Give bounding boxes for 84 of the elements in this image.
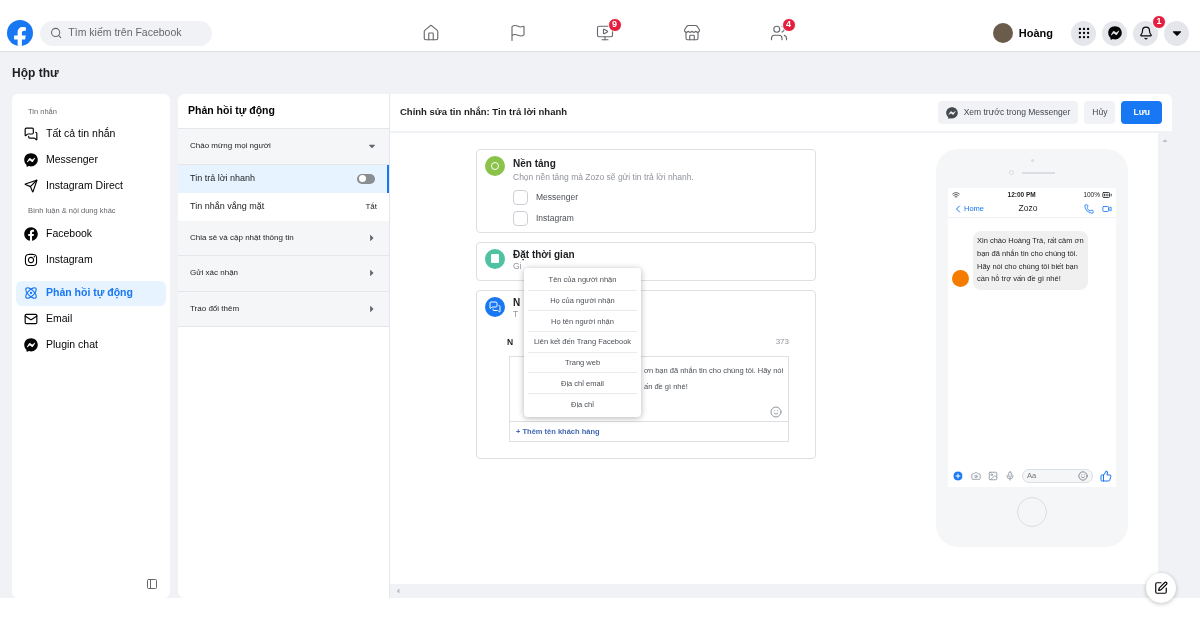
store-icon <box>682 24 701 42</box>
notification-badge: 4 <box>781 18 796 32</box>
flag-icon <box>508 24 527 42</box>
character-count: 373 <box>775 336 789 349</box>
send-icon <box>24 179 38 194</box>
group-header[interactable]: Gửi xác nhận <box>178 256 389 292</box>
messenger-icon <box>945 106 958 119</box>
video-call-icon[interactable] <box>1102 203 1112 214</box>
sidebar-item[interactable]: Instagram <box>16 247 166 272</box>
header-action-button[interactable] <box>1133 20 1158 46</box>
notification-badge: 1 <box>1152 14 1166 29</box>
plus-icon[interactable] <box>952 470 964 482</box>
signal-icon <box>952 191 960 199</box>
sidebar-item[interactable]: Email <box>16 306 166 332</box>
image-icon[interactable] <box>988 471 998 481</box>
toggle-switch[interactable] <box>357 173 375 184</box>
sidebar-item[interactable]: Plugin chat <box>16 332 166 358</box>
editor-title: Chỉnh sửa tin nhắn: Tin trả lời nhanh <box>400 105 568 120</box>
instagram-icon <box>24 252 38 267</box>
messenger-icon <box>24 338 38 352</box>
group-icon <box>769 24 788 42</box>
compose-icon <box>1154 581 1168 595</box>
emoji-icon[interactable] <box>770 405 782 418</box>
contact-name: Zozo <box>1018 202 1038 215</box>
emoji-icon[interactable] <box>1078 471 1088 481</box>
collapse-icon[interactable] <box>146 578 158 590</box>
group-header[interactable]: Chia sẻ và cập nhật thông tin <box>178 220 389 256</box>
mic-icon[interactable] <box>1005 471 1015 481</box>
item-label: Tin nhắn vắng mặt <box>190 199 265 213</box>
header-action-button[interactable] <box>1071 20 1096 46</box>
avatar <box>992 23 1013 43</box>
checkbox-label: Messenger <box>536 190 579 204</box>
sidebar-item[interactable]: Phản hồi tự động <box>16 280 166 306</box>
video-icon <box>595 24 614 42</box>
checkbox[interactable] <box>513 189 528 205</box>
nav-tab[interactable]: 9 <box>561 18 648 48</box>
settings-item[interactable]: Tin trả lời nhanh <box>178 164 389 193</box>
menu-icon <box>1076 26 1091 40</box>
card-title: N <box>513 296 521 310</box>
nav-tab[interactable]: 4 <box>735 18 822 48</box>
notification-badge: 9 <box>607 18 622 32</box>
atom-icon <box>24 286 38 300</box>
home-icon <box>421 24 440 42</box>
search-input[interactable]: Tìm kiếm trên Facebook <box>68 25 202 41</box>
sidebar-item[interactable]: Messenger <box>16 147 166 173</box>
card-subtitle: Chọn nền tảng mà Zozo sẽ gửi tin trả lời nhanh. <box>513 171 694 184</box>
camera-icon[interactable] <box>971 471 981 481</box>
checkbox[interactable] <box>513 210 528 226</box>
card-subtitle: Gi <box>513 261 523 272</box>
facebook-logo[interactable] <box>7 20 33 46</box>
group-header[interactable]: Trao đổi thêm <box>178 291 389 327</box>
item-label: Tin trả lời nhanh <box>190 171 256 185</box>
battery-icon <box>1102 190 1112 200</box>
field-label: N <box>507 335 514 349</box>
bell-icon <box>1138 26 1153 40</box>
search-icon <box>50 26 63 40</box>
status-text: Tắt <box>365 200 377 213</box>
call-icon[interactable] <box>1084 203 1094 214</box>
checkbox-label: Instagram <box>536 211 574 225</box>
card-title: Đặt thời gian <box>513 248 575 262</box>
search-field[interactable]: Tìm kiếm trên Facebook <box>40 20 212 46</box>
header-action-button[interactable] <box>1102 20 1127 46</box>
mail-icon <box>24 312 38 326</box>
page-title: Hộp thư <box>11 65 60 82</box>
facebook-icon <box>24 226 38 241</box>
messenger-icon <box>1107 26 1122 40</box>
sidebar-item[interactable]: Instagram Direct <box>16 173 166 199</box>
cancel-button[interactable]: Hủy <box>1084 101 1116 124</box>
messenger-icon <box>24 153 38 168</box>
header-action-button[interactable] <box>1164 20 1189 46</box>
save-button[interactable]: Lưu <box>1121 101 1162 124</box>
page-avatar <box>952 270 969 288</box>
profile-link[interactable]: Hoàng <box>992 23 1053 43</box>
message-icon <box>485 296 505 317</box>
platform-icon <box>485 156 505 176</box>
sidebar-item[interactable]: Tất cả tin nhắn <box>16 121 166 147</box>
calendar-icon <box>485 248 505 269</box>
card-subtitle: T <box>513 309 520 320</box>
like-icon[interactable] <box>1100 470 1112 482</box>
card-title: Nền tảng <box>513 157 557 171</box>
sidebar-item[interactable]: Facebook <box>16 221 166 246</box>
group-header[interactable]: Chào mừng mọi người <box>178 129 389 165</box>
preview-button[interactable]: Xem trước trong Messenger <box>937 101 1079 124</box>
chat-icon <box>24 127 38 142</box>
